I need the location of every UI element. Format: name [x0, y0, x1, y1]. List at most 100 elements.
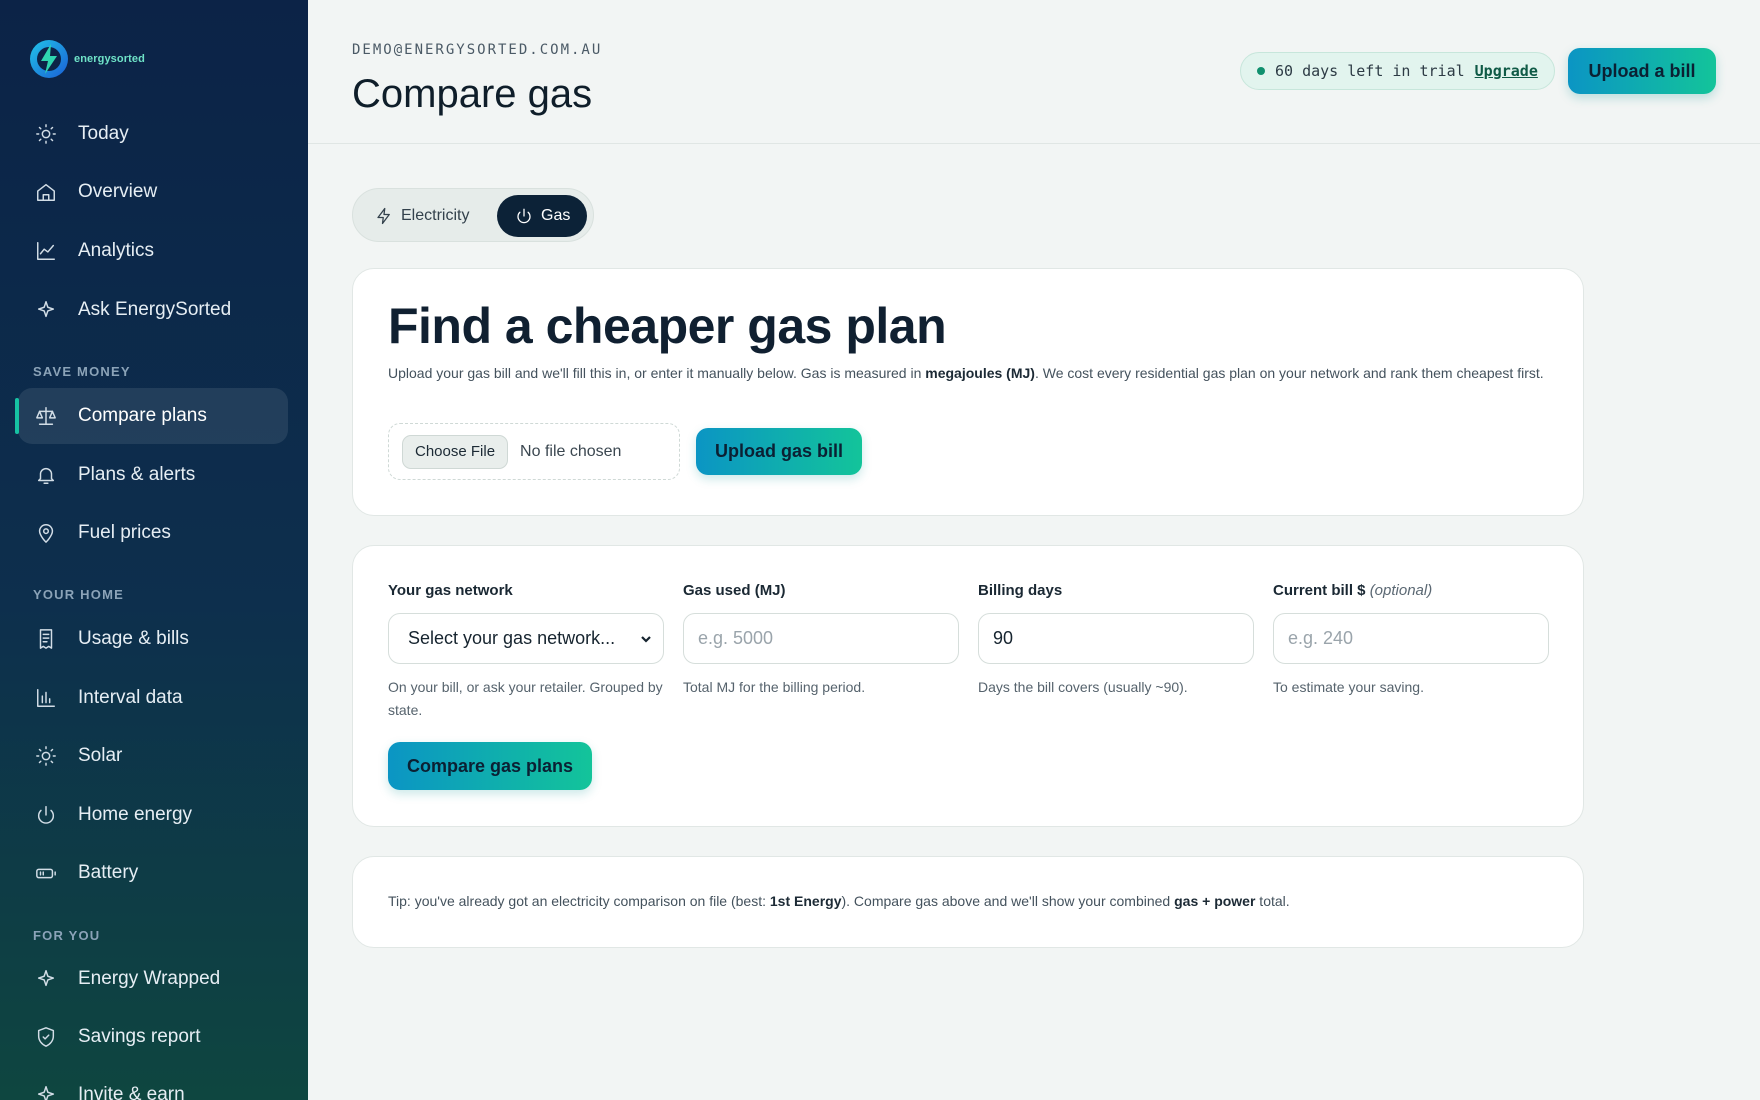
gas-usage-form-card: Your gas network Select your gas network…: [352, 545, 1584, 827]
sidebar-item-analytics[interactable]: Analytics: [18, 223, 288, 279]
tab-gas[interactable]: Gas: [497, 195, 587, 237]
sidebar-item-savings-report[interactable]: Savings report: [18, 1009, 288, 1065]
sun-icon: [34, 122, 58, 146]
no-file-text: No file chosen: [520, 442, 622, 460]
sparkle-icon: [34, 1083, 58, 1100]
trial-text: 60 days left in trial: [1275, 62, 1465, 80]
select-value: Select your gas network...: [408, 628, 616, 648]
chart-line-icon: [34, 239, 58, 263]
brand[interactable]: energysorted: [28, 38, 145, 80]
battery-icon: [34, 861, 58, 885]
power-icon: [517, 208, 531, 224]
receipt-icon: [34, 627, 58, 651]
current-bill-field: Current bill $ (optional) e.g. 240 To es…: [1273, 582, 1549, 699]
sidebar: energysorted Today Overview Analytics As…: [0, 0, 308, 1100]
power-icon: [34, 803, 58, 827]
bell-icon: [34, 463, 58, 487]
choose-file-button[interactable]: Choose File: [402, 434, 509, 469]
tip-part: total.: [1255, 893, 1290, 909]
upload-gas-bill-button[interactable]: Upload gas bill: [696, 428, 862, 475]
current-bill-label-text: Current bill $: [1273, 582, 1366, 599]
tip-part: ). Compare gas above and we'll show your…: [841, 893, 1175, 909]
sparkle-icon: [34, 967, 58, 991]
optional-tag: (optional): [1369, 582, 1433, 599]
desc-text-end: . We cost every residential gas plan on …: [1034, 365, 1544, 381]
gas-used-hint: Total MJ for the billing period.: [683, 679, 866, 695]
sidebar-item-today[interactable]: Today: [18, 106, 288, 162]
user-email: DEMO@ENERGYSORTED.COM.AU: [352, 42, 603, 58]
sidebar-item-label: Ask EnergySorted: [78, 299, 232, 320]
tab-electricity[interactable]: Electricity: [375, 195, 469, 237]
billing-days-field: Billing days 90 Days the bill covers (us…: [978, 582, 1254, 699]
tip-text: Tip: you've already got an electricity c…: [388, 893, 1290, 909]
sidebar-item-label: Home energy: [78, 804, 193, 825]
home-icon: [34, 180, 58, 204]
lightning-icon: [377, 207, 390, 225]
sidebar-item-energy-wrapped[interactable]: Energy Wrapped: [18, 951, 288, 1007]
sidebar-item-solar[interactable]: Solar: [18, 728, 288, 784]
section-save-money: SAVE MONEY: [33, 364, 131, 379]
sidebar-item-battery[interactable]: Battery: [18, 845, 288, 901]
tip-card: Tip: you've already got an electricity c…: [352, 856, 1584, 948]
scales-icon: [34, 404, 58, 428]
gas-used-input[interactable]: e.g. 5000: [683, 613, 959, 664]
page-title: Compare gas: [352, 72, 593, 116]
sidebar-item-label: Usage & bills: [78, 628, 189, 649]
sidebar-item-home-energy[interactable]: Home energy: [18, 787, 288, 843]
sidebar-item-label: Fuel prices: [78, 522, 171, 543]
upgrade-link[interactable]: Upgrade: [1475, 62, 1538, 80]
file-drop-zone[interactable]: Choose File No file chosen: [388, 423, 680, 480]
sidebar-item-plans-alerts[interactable]: Plans & alerts: [18, 447, 288, 503]
sidebar-item-label: Plans & alerts: [78, 464, 196, 485]
sidebar-item-usage-bills[interactable]: Usage & bills: [18, 611, 288, 667]
brand-name: energysorted: [74, 53, 145, 65]
sidebar-item-ask-energysorted[interactable]: Ask EnergySorted: [18, 282, 288, 338]
current-bill-hint: To estimate your saving.: [1273, 679, 1424, 695]
finder-title: Find a cheaper gas plan: [388, 298, 947, 354]
sidebar-item-label: Solar: [78, 745, 123, 766]
sidebar-item-overview[interactable]: Overview: [18, 164, 288, 220]
sidebar-item-label: Battery: [78, 862, 139, 883]
current-bill-input[interactable]: e.g. 240: [1273, 613, 1549, 664]
best-retailer: 1st Energy: [769, 893, 842, 909]
tip-part: Tip: you've already got an electricity c…: [388, 893, 770, 909]
gas-plan-finder-card: Find a cheaper gas plan Upload your gas …: [352, 268, 1584, 516]
gas-used-label: Gas used (MJ): [683, 582, 786, 599]
current-bill-label: Current bill $ (optional): [1273, 582, 1549, 599]
section-for-you: FOR YOU: [33, 928, 101, 943]
bar-chart-icon: [34, 686, 58, 710]
upload-bill-button[interactable]: Upload a bill: [1568, 48, 1716, 94]
status-dot-icon: [1257, 67, 1265, 75]
sidebar-item-label: Invite & earn: [78, 1084, 185, 1100]
chevron-down-icon: [641, 635, 651, 643]
tab-label: Gas: [541, 207, 571, 224]
bolt-logo-icon: [30, 40, 68, 78]
sidebar-item-compare-plans[interactable]: Compare plans: [15, 388, 288, 444]
tab-label: Electricity: [401, 207, 470, 224]
sidebar-item-label: Today: [78, 123, 129, 144]
billing-days-input[interactable]: 90: [978, 613, 1254, 664]
section-your-home: YOUR HOME: [33, 587, 124, 602]
sidebar-item-label: Energy Wrapped: [78, 968, 221, 989]
compare-gas-plans-button[interactable]: Compare gas plans: [388, 742, 592, 790]
sun-icon: [34, 744, 58, 768]
sidebar-item-interval-data[interactable]: Interval data: [18, 670, 288, 726]
shield-icon: [34, 1025, 58, 1049]
map-pin-icon: [34, 521, 58, 545]
sidebar-item-fuel-prices[interactable]: Fuel prices: [18, 505, 288, 561]
sidebar-item-label: Analytics: [78, 240, 155, 261]
desc-text: Upload your gas bill and we'll fill this…: [388, 365, 926, 381]
desc-unit: megajoules (MJ): [925, 365, 1035, 381]
sidebar-item-invite-earn[interactable]: Invite & earn: [18, 1067, 288, 1100]
gas-network-select[interactable]: Select your gas network...: [388, 613, 664, 664]
combined-label: gas + power: [1174, 893, 1256, 909]
finder-description: Upload your gas bill and we'll fill this…: [388, 362, 1558, 385]
page-header: DEMO@ENERGYSORTED.COM.AU Compare gas 60 …: [308, 0, 1760, 144]
trial-badge: 60 days left in trial Upgrade: [1240, 52, 1555, 90]
network-hint: On your bill, or ask your retailer. Grou…: [388, 679, 663, 718]
billing-days-hint: Days the bill covers (usually ~90).: [978, 679, 1188, 695]
sidebar-item-label: Savings report: [78, 1026, 201, 1047]
fuel-tabs: Electricity Gas: [352, 188, 594, 242]
network-label: Your gas network: [388, 582, 513, 599]
sidebar-item-label: Overview: [78, 181, 158, 202]
